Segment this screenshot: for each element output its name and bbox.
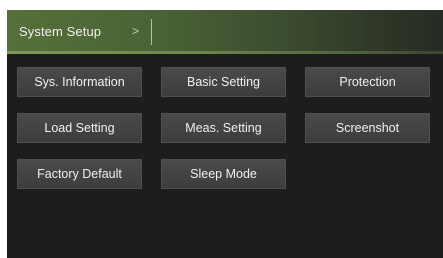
basic-setting-button[interactable]: Basic Setting xyxy=(161,67,286,97)
header-bar: System Setup > xyxy=(7,10,443,51)
load-setting-button[interactable]: Load Setting xyxy=(17,113,142,143)
chevron-right-icon: > xyxy=(132,24,140,38)
breadcrumb-title: System Setup xyxy=(19,23,102,39)
sys-information-button[interactable]: Sys. Information xyxy=(17,67,142,97)
header-divider xyxy=(151,19,152,45)
screenshot-button[interactable]: Screenshot xyxy=(305,113,430,143)
factory-default-button[interactable]: Factory Default xyxy=(17,159,142,189)
system-setup-screen: System Setup > Sys. Information Basic Se… xyxy=(7,10,443,258)
header-accent-line xyxy=(7,51,443,54)
breadcrumb[interactable]: System Setup xyxy=(19,22,101,40)
sleep-mode-button[interactable]: Sleep Mode xyxy=(161,159,286,189)
meas-setting-button[interactable]: Meas. Setting xyxy=(161,113,286,143)
protection-button[interactable]: Protection xyxy=(305,67,430,97)
